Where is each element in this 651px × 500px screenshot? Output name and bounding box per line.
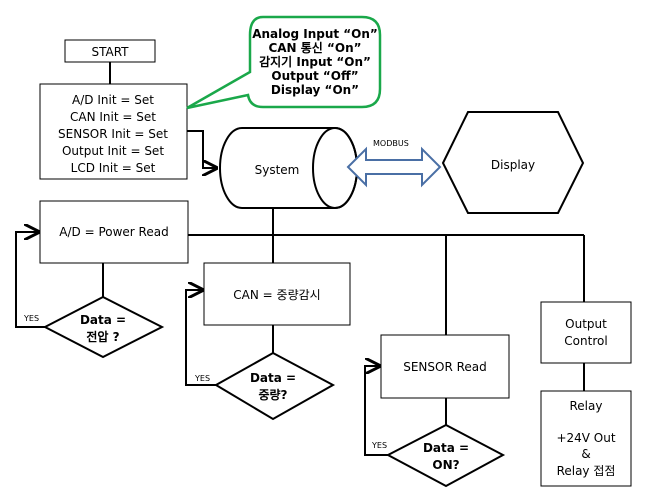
display-hexagon: Display bbox=[441, 111, 585, 214]
decision-on: Data = ON? YES bbox=[371, 423, 506, 488]
can-read-label: CAN = 중량감시 bbox=[233, 288, 320, 302]
yes-label: YES bbox=[194, 374, 210, 383]
callout-line: Output “Off” bbox=[271, 69, 358, 83]
callout-line: 감지기 Input “On” bbox=[259, 54, 371, 69]
modbus-double-arrow: MODBUS bbox=[346, 139, 442, 188]
system-label: System bbox=[255, 163, 300, 177]
sensor-read-label: SENSOR Read bbox=[403, 360, 487, 374]
yes-label: YES bbox=[371, 441, 387, 450]
ad-read-label: A/D = Power Read bbox=[59, 225, 168, 239]
init-box: A/D Init = Set CAN Init = Set SENSOR Ini… bbox=[39, 83, 188, 180]
output-control-label: Output bbox=[565, 317, 607, 331]
relay-label: & bbox=[581, 447, 590, 461]
init-line: LCD Init = Set bbox=[71, 161, 156, 175]
start-node: START bbox=[64, 39, 156, 63]
init-line: Output Init = Set bbox=[62, 144, 164, 158]
callout-line: Display “On” bbox=[271, 83, 359, 97]
ad-read-box: A/D = Power Read bbox=[39, 200, 189, 264]
relay-label: +24V Out bbox=[556, 431, 615, 445]
relay-label: Relay 접점 bbox=[557, 464, 616, 478]
flowchart: START A/D Init = Set CAN Init = Set SENS… bbox=[15, 15, 632, 488]
decision-voltage: Data = 전압 ? YES bbox=[23, 295, 165, 359]
decision-label: ON? bbox=[432, 458, 459, 472]
system-cylinder: System bbox=[219, 127, 358, 209]
callout-line: Analog Input “On” bbox=[252, 27, 378, 41]
callout-bubble: Analog Input “On” CAN 통신 “On” 감지기 Input … bbox=[186, 15, 382, 110]
sensor-read-box: SENSOR Read bbox=[380, 334, 510, 399]
init-line: CAN Init = Set bbox=[70, 110, 156, 124]
decision-label: 전압 ? bbox=[86, 329, 119, 344]
decision-label: Data = bbox=[250, 371, 296, 385]
relay-label: Relay bbox=[570, 399, 603, 413]
yes-label: YES bbox=[23, 314, 39, 323]
modbus-label: MODBUS bbox=[373, 139, 409, 148]
relay-box: Relay +24V Out & Relay 접점 bbox=[540, 390, 632, 487]
decision-label: 중량? bbox=[258, 388, 287, 402]
callout-line: CAN 통신 “On” bbox=[268, 40, 361, 55]
init-line: SENSOR Init = Set bbox=[58, 127, 168, 141]
output-control-box: Output Control bbox=[540, 301, 632, 364]
init-line: A/D Init = Set bbox=[72, 93, 154, 107]
display-label: Display bbox=[491, 158, 535, 172]
can-read-box: CAN = 중량감시 bbox=[203, 262, 351, 326]
decision-label: Data = bbox=[423, 441, 469, 455]
start-label: START bbox=[91, 45, 129, 59]
output-control-label: Control bbox=[564, 334, 607, 348]
decision-label: Data = bbox=[80, 313, 126, 327]
